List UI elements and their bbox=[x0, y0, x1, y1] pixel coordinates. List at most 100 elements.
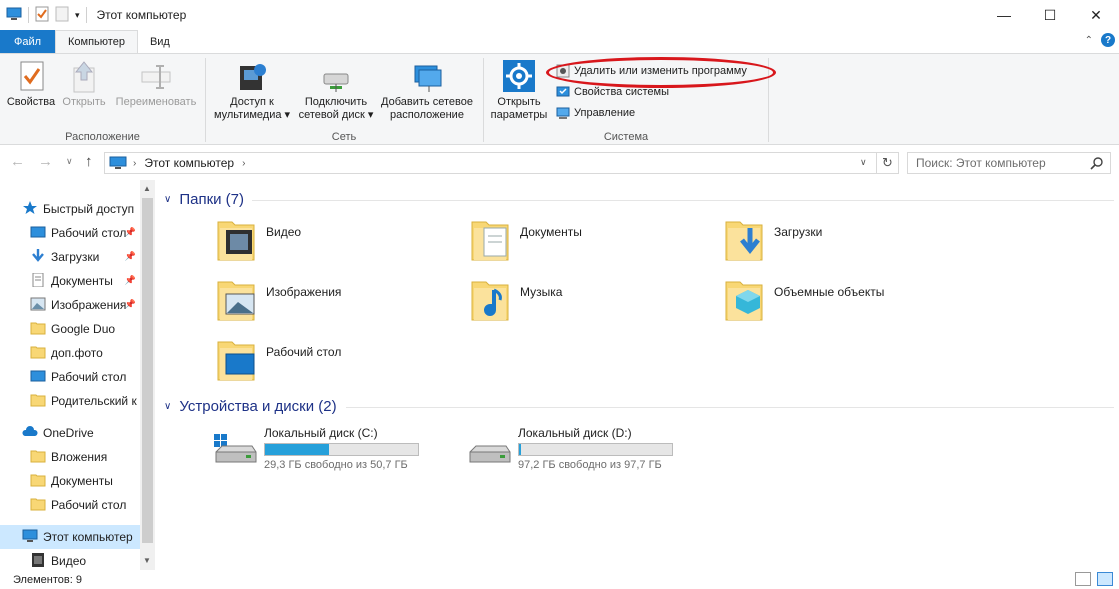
folder-icon bbox=[30, 393, 51, 410]
nav-item[interactable]: Родительский к bbox=[0, 389, 140, 413]
drive-tile[interactable]: Локальный диск (D:) 97,2 ГБ свободно из 9… bbox=[466, 426, 676, 474]
close-button[interactable]: ✕ bbox=[1073, 0, 1119, 30]
properties-button[interactable]: Свойства bbox=[4, 60, 58, 109]
add-network-location-button[interactable]: Добавить сетевое расположение bbox=[376, 60, 478, 122]
back-arrow-icon[interactable]: ← bbox=[10, 153, 25, 170]
open-settings-button[interactable]: Открыть параметры bbox=[488, 60, 550, 122]
rename-button[interactable]: Переименовать bbox=[110, 60, 202, 109]
network-group: Доступ к мультимедиа ▾ Подключить сетево… bbox=[206, 54, 482, 145]
address-dropdown-icon[interactable]: ∨ bbox=[860, 157, 867, 168]
address-bar[interactable]: › Этот компьютер › bbox=[104, 152, 877, 174]
scroll-up-icon[interactable]: ▲ bbox=[143, 184, 151, 193]
desktop-icon bbox=[30, 369, 51, 386]
window-title: Этот компьютер bbox=[96, 8, 187, 22]
video-folder-icon bbox=[216, 216, 266, 269]
folder-tile[interactable]: Документы bbox=[470, 212, 582, 272]
folder-icon bbox=[30, 473, 51, 490]
nav-item[interactable]: OneDrive bbox=[0, 421, 140, 445]
system-group: Открыть параметры Удалить или изменить п… bbox=[484, 54, 768, 145]
manage-label: Управление bbox=[574, 107, 636, 119]
details-view-button[interactable] bbox=[1075, 572, 1091, 586]
folder-tile[interactable]: Рабочий стол bbox=[216, 332, 341, 392]
breadcrumb-chevron-icon[interactable]: › bbox=[242, 158, 245, 169]
recent-locations-chevron-icon[interactable]: ∨ bbox=[66, 156, 73, 167]
folder-tile-label: Загрузки bbox=[774, 225, 823, 239]
nav-item[interactable]: Рабочий стол 📌 bbox=[0, 221, 140, 245]
nav-item[interactable]: Видео bbox=[0, 549, 140, 570]
system-properties-button[interactable]: Свойства системы bbox=[556, 83, 669, 101]
folder-tile[interactable]: Загрузки bbox=[724, 212, 822, 272]
tab-view[interactable]: Вид bbox=[138, 30, 182, 53]
nav-item[interactable]: Изображения 📌 bbox=[0, 293, 140, 317]
collapse-chevron-icon[interactable]: ∨ bbox=[164, 194, 171, 205]
search-placeholder: Поиск: Этот компьютер bbox=[916, 156, 1046, 170]
nav-item-label: Google Duo bbox=[51, 322, 116, 336]
nav-item[interactable]: доп.фото bbox=[0, 341, 140, 365]
large-icons-view-button[interactable] bbox=[1097, 572, 1113, 586]
desktop-folder-icon bbox=[216, 336, 266, 389]
scroll-down-icon[interactable]: ▼ bbox=[143, 556, 151, 565]
download-icon bbox=[30, 248, 51, 266]
forward-arrow-icon[interactable]: → bbox=[38, 153, 53, 170]
nav-item[interactable]: Этот компьютер bbox=[0, 525, 140, 549]
drive-usage-fill bbox=[519, 444, 521, 455]
pictures-icon bbox=[30, 297, 51, 314]
properties-icon bbox=[20, 61, 44, 91]
drive-tile[interactable]: Локальный диск (C:) 29,3 ГБ свободно из 5… bbox=[212, 426, 422, 474]
map-drive-button[interactable]: Подключить сетевой диск ▾ bbox=[296, 60, 376, 122]
navigation-pane: Быстрый доступ Рабочий стол 📌 Загрузки 📌 Доку… bbox=[0, 180, 156, 570]
folder-icon bbox=[30, 449, 51, 466]
open-button[interactable]: Открыть bbox=[58, 60, 110, 109]
nav-item[interactable]: Вложения bbox=[0, 445, 140, 469]
scroll-thumb[interactable] bbox=[142, 198, 153, 543]
maximize-button[interactable]: ☐ bbox=[1027, 0, 1073, 30]
properties-qat-icon[interactable] bbox=[35, 6, 49, 25]
minimize-button[interactable]: — bbox=[981, 0, 1027, 30]
nav-item[interactable]: Документы 📌 bbox=[0, 269, 140, 293]
collapse-chevron-icon[interactable]: ∨ bbox=[164, 401, 171, 412]
media-access-button[interactable]: Доступ к мультимедиа ▾ bbox=[210, 60, 294, 122]
nav-item-label: Загрузки bbox=[51, 250, 100, 264]
tab-file[interactable]: Файл bbox=[0, 30, 55, 53]
collapse-ribbon-icon[interactable]: ⌃ bbox=[1085, 35, 1093, 46]
nav-item-label: Родительский к bbox=[51, 394, 137, 408]
qat-dropdown-icon[interactable]: ▾ bbox=[75, 10, 80, 21]
drives-section-header[interactable]: ∨ Устройства и диски (2) bbox=[164, 398, 337, 415]
drive-label: Локальный диск (D:) bbox=[518, 426, 632, 440]
media-access-icon bbox=[240, 64, 266, 90]
breadcrumb-chevron-icon[interactable]: › bbox=[133, 158, 136, 169]
nav-item-label: Рабочий стол bbox=[51, 498, 127, 512]
video-icon bbox=[30, 552, 51, 570]
breadcrumb-this-pc[interactable]: Этот компьютер bbox=[144, 156, 234, 170]
nav-item-label: Быстрый доступ bbox=[43, 202, 135, 216]
nav-scrollbar[interactable]: ▲ ▼ bbox=[140, 180, 155, 570]
folders-section-header[interactable]: ∨ Папки (7) bbox=[164, 191, 244, 208]
help-icon[interactable]: ? bbox=[1101, 33, 1115, 47]
folder-tile[interactable]: Изображения bbox=[216, 272, 341, 332]
system-group-label: Система bbox=[603, 131, 649, 143]
folder-tile[interactable]: Объемные объекты bbox=[724, 272, 884, 332]
nav-item-label: Этот компьютер bbox=[43, 530, 133, 544]
drive-usage-bar bbox=[518, 443, 673, 456]
location-group: Свойства Открыть Переименовать Расположе… bbox=[0, 54, 205, 145]
uninstall-program-button[interactable]: Удалить или изменить программу bbox=[556, 62, 747, 80]
media-access-label-line1: Доступ к bbox=[230, 96, 274, 108]
up-arrow-icon[interactable]: ↑ bbox=[85, 153, 93, 170]
manage-button[interactable]: Управление bbox=[556, 104, 635, 122]
tab-computer[interactable]: Компьютер bbox=[55, 30, 138, 53]
nav-item[interactable]: Загрузки 📌 bbox=[0, 245, 140, 269]
network-location-icon bbox=[414, 65, 442, 92]
new-folder-qat-icon[interactable] bbox=[55, 6, 69, 25]
nav-item[interactable]: Документы bbox=[0, 469, 140, 493]
folder-tile-label: Музыка bbox=[520, 285, 563, 299]
folder-tile[interactable]: Видео bbox=[216, 212, 301, 272]
folder-tile[interactable]: Музыка bbox=[470, 272, 562, 332]
nav-item[interactable]: Быстрый доступ bbox=[0, 197, 140, 221]
divider bbox=[346, 407, 1114, 408]
nav-item[interactable]: Google Duo bbox=[0, 317, 140, 341]
refresh-button[interactable]: ↻ bbox=[877, 152, 899, 174]
nav-item[interactable]: Рабочий стол bbox=[0, 493, 140, 517]
search-input[interactable]: Поиск: Этот компьютер bbox=[907, 152, 1111, 174]
nav-item[interactable]: Рабочий стол bbox=[0, 365, 140, 389]
uninstall-icon bbox=[556, 64, 570, 78]
